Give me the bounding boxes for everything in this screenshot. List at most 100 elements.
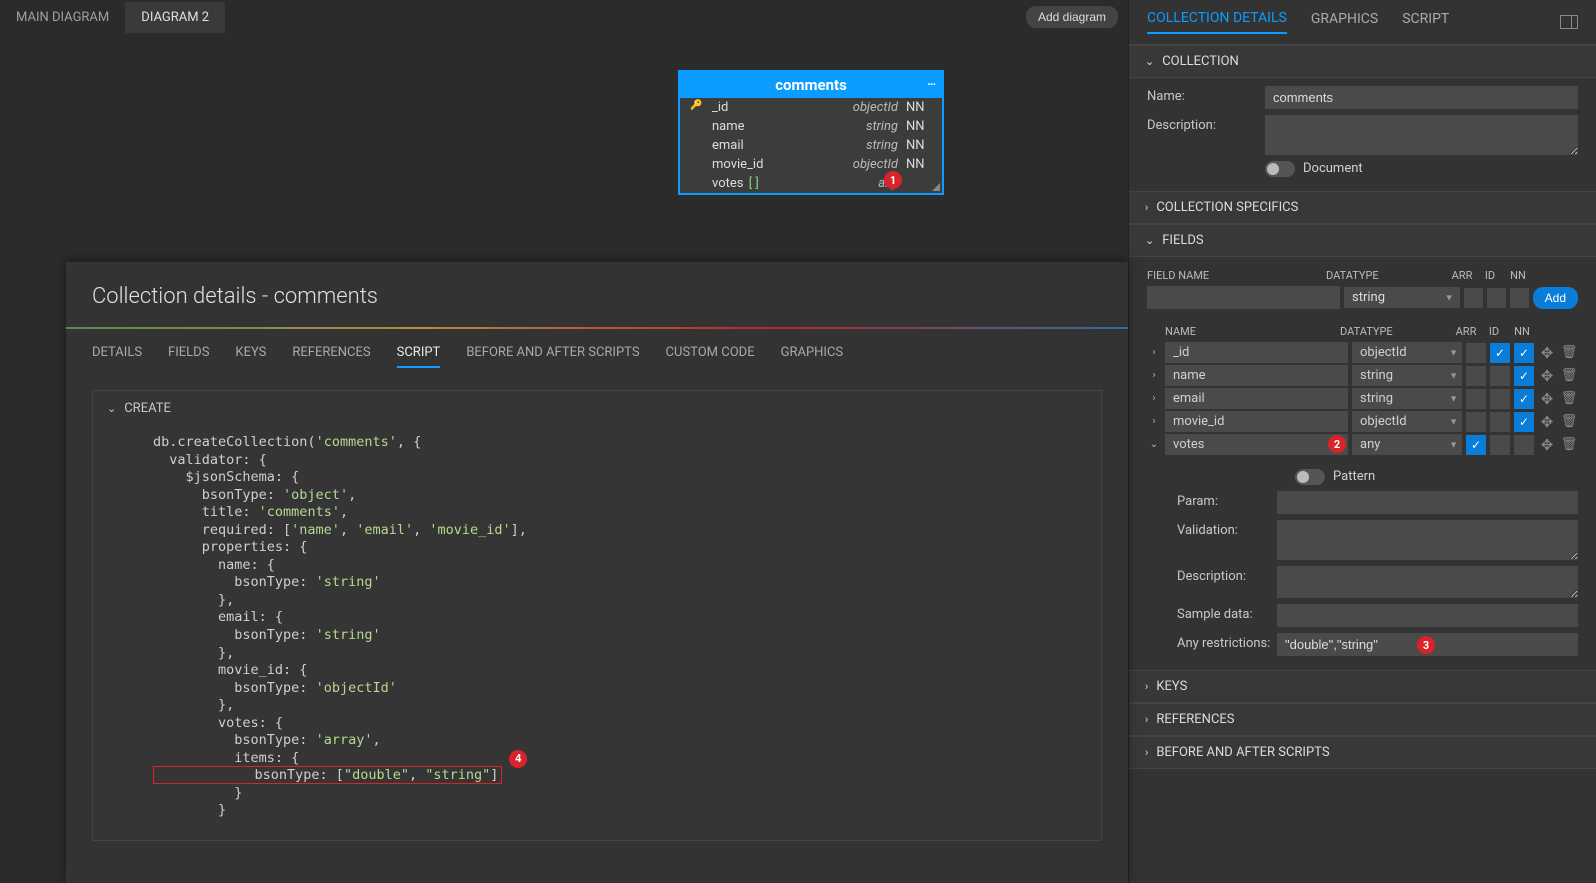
add-diagram-button[interactable]: Add diagram: [1026, 6, 1118, 28]
move-icon[interactable]: ✥: [1538, 413, 1556, 431]
collection-field-row[interactable]: 🔑 _id objectId NN: [680, 98, 942, 117]
validation-input[interactable]: [1277, 520, 1578, 560]
field-description-input[interactable]: [1277, 566, 1578, 598]
section-before-after[interactable]: › BEFORE AND AFTER SCRIPTS: [1129, 736, 1596, 769]
chevron-right-icon[interactable]: ›: [1147, 347, 1161, 358]
move-icon[interactable]: ✥: [1538, 390, 1556, 408]
create-label: CREATE: [124, 401, 171, 416]
chevron-down-icon[interactable]: ⌄: [1147, 439, 1161, 450]
move-icon[interactable]: ✥: [1538, 367, 1556, 385]
detail-tab-fields[interactable]: FIELDS: [168, 339, 209, 368]
field-id-chk[interactable]: [1490, 435, 1510, 455]
tab-collection-details[interactable]: COLLECTION DETAILS: [1147, 10, 1287, 34]
field-id-chk[interactable]: [1490, 412, 1510, 432]
tab-diagram-2[interactable]: DIAGRAM 2: [125, 2, 225, 33]
chevron-right-icon: ›: [1145, 201, 1148, 214]
move-icon[interactable]: ✥: [1538, 344, 1556, 362]
delete-icon[interactable]: 🗑: [1560, 367, 1578, 385]
collection-header[interactable]: comments …: [680, 72, 942, 98]
field-type-select[interactable]: objectId▼: [1352, 411, 1462, 432]
field-nn-chk[interactable]: [1514, 366, 1534, 386]
chevron-right-icon[interactable]: ›: [1147, 370, 1161, 381]
pattern-toggle[interactable]: [1295, 469, 1325, 485]
field-name-input[interactable]: _id: [1165, 342, 1348, 363]
script-code-block[interactable]: db.createCollection('comments', { valida…: [93, 426, 1101, 840]
detail-tab-references[interactable]: REFERENCES: [292, 339, 370, 368]
section-label: COLLECTION: [1162, 54, 1239, 69]
field-type-select[interactable]: string▼: [1352, 365, 1462, 386]
chevron-right-icon[interactable]: ›: [1147, 393, 1161, 404]
collection-field-row[interactable]: movie_id objectId NN: [680, 155, 942, 174]
collection-name-input[interactable]: [1265, 86, 1578, 109]
diagram-canvas[interactable]: comments … 🔑 _id objectId NN name string…: [0, 34, 1128, 883]
field-id-chk[interactable]: [1490, 389, 1510, 409]
detail-tab-details[interactable]: DETAILS: [92, 339, 142, 368]
section-label: COLLECTION SPECIFICS: [1156, 200, 1298, 215]
new-field-arr-chk[interactable]: [1464, 288, 1483, 308]
collection-title: comments: [775, 76, 847, 94]
field-nn-chk[interactable]: [1514, 343, 1534, 363]
field-name-input[interactable]: email: [1165, 388, 1348, 409]
param-input[interactable]: [1277, 491, 1578, 514]
field-nn-chk[interactable]: [1514, 412, 1534, 432]
detail-tab-keys[interactable]: KEYS: [235, 339, 266, 368]
new-field-id-chk[interactable]: [1487, 288, 1506, 308]
field-row: › _id objectId▼ ✥ 🗑: [1147, 342, 1578, 363]
section-keys[interactable]: › KEYS: [1129, 670, 1596, 703]
new-field-name-input[interactable]: [1147, 286, 1340, 309]
field-type: objectId: [853, 100, 898, 115]
field-arr-chk[interactable]: [1466, 435, 1486, 455]
new-field-nn-chk[interactable]: [1510, 288, 1529, 308]
field-arr-chk[interactable]: [1466, 412, 1486, 432]
tab-graphics[interactable]: GRAPHICS: [1311, 11, 1378, 33]
field-nn: NN: [906, 138, 932, 153]
new-field-type-select[interactable]: string▼: [1344, 287, 1460, 308]
right-panel: COLLECTION DETAILS GRAPHICS SCRIPT ⌄ COL…: [1128, 0, 1596, 883]
field-name-input[interactable]: movie_id: [1165, 411, 1348, 432]
document-toggle[interactable]: [1265, 161, 1295, 177]
field-type-select[interactable]: any▼: [1352, 434, 1462, 455]
field-type-select[interactable]: objectId▼: [1352, 342, 1462, 363]
section-collection-specifics[interactable]: › COLLECTION SPECIFICS: [1129, 191, 1596, 224]
detail-tab-before-and-after-scripts[interactable]: BEFORE AND AFTER SCRIPTS: [466, 339, 639, 368]
detail-tab-custom-code[interactable]: CUSTOM CODE: [666, 339, 755, 368]
collection-field-row[interactable]: email string NN: [680, 136, 942, 155]
field-id-chk[interactable]: [1490, 366, 1510, 386]
delete-icon[interactable]: 🗑: [1560, 390, 1578, 408]
tab-main-diagram[interactable]: MAIN DIAGRAM: [0, 2, 125, 33]
section-fields[interactable]: ⌄ FIELDS: [1129, 224, 1596, 257]
annotation-badge-4: 4: [509, 750, 527, 768]
field-row: ⌄ votes2 any▼ ✥ 🗑: [1147, 434, 1578, 455]
resize-handle-icon[interactable]: [930, 181, 940, 191]
field-type-select[interactable]: string▼: [1352, 388, 1462, 409]
collection-box-comments[interactable]: comments … 🔑 _id objectId NN name string…: [678, 70, 944, 195]
detail-tab-script[interactable]: SCRIPT: [397, 339, 441, 368]
sample-data-input[interactable]: [1277, 604, 1578, 627]
field-nn-chk[interactable]: [1514, 389, 1534, 409]
field-arr-chk[interactable]: [1466, 366, 1486, 386]
chevron-right-icon[interactable]: ›: [1147, 416, 1161, 427]
section-collection[interactable]: ⌄ COLLECTION: [1129, 45, 1596, 78]
tab-script[interactable]: SCRIPT: [1402, 11, 1449, 33]
collection-field-row[interactable]: votes [ ] any: [680, 174, 942, 193]
delete-icon[interactable]: 🗑: [1560, 344, 1578, 362]
delete-icon[interactable]: 🗑: [1560, 436, 1578, 454]
collection-description-input[interactable]: [1265, 115, 1578, 155]
layout-toggle-icon[interactable]: [1560, 15, 1578, 29]
move-icon[interactable]: ✥: [1538, 436, 1556, 454]
field-arr-chk[interactable]: [1466, 343, 1486, 363]
add-field-button[interactable]: Add: [1533, 287, 1578, 309]
field-id-chk[interactable]: [1490, 343, 1510, 363]
delete-icon[interactable]: 🗑: [1560, 413, 1578, 431]
create-section-header[interactable]: ⌄ CREATE: [93, 391, 1101, 426]
field-nn: [906, 176, 932, 191]
field-name-input[interactable]: name: [1165, 365, 1348, 386]
collection-field-row[interactable]: name string NN: [680, 117, 942, 136]
field-arr-chk[interactable]: [1466, 389, 1486, 409]
section-references[interactable]: › REFERENCES: [1129, 703, 1596, 736]
field-name-input[interactable]: votes2: [1165, 434, 1348, 455]
label-restrictions: Any restrictions:: [1177, 633, 1277, 651]
detail-tab-graphics[interactable]: GRAPHICS: [781, 339, 844, 368]
field-nn-chk[interactable]: [1514, 435, 1534, 455]
ellipsis-icon[interactable]: …: [927, 74, 936, 88]
